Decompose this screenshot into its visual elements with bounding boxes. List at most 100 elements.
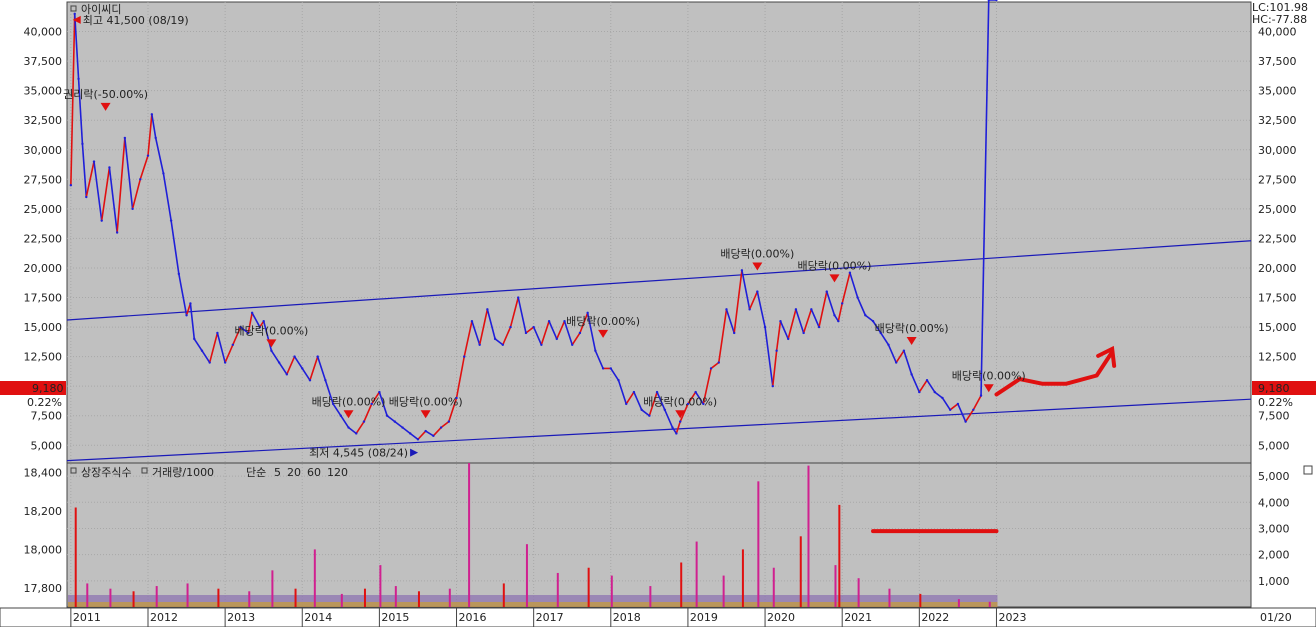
price-point: [779, 319, 782, 323]
vol-left-tick-label: 18,000: [24, 543, 63, 556]
vol-right-tick-label: 4,000: [1258, 496, 1290, 509]
price-point: [177, 272, 181, 276]
price-point: [578, 331, 582, 335]
price-point: [625, 402, 628, 406]
price-point: [894, 361, 898, 364]
vol-left-tick-label: 17,800: [24, 582, 63, 595]
price-point: [285, 373, 289, 376]
price-point: [594, 349, 597, 352]
price-point: [586, 311, 589, 315]
price-point: [532, 325, 535, 329]
price-point: [77, 77, 80, 81]
price-point: [902, 349, 906, 352]
volume-panel: [66, 462, 1252, 608]
volume-bar: [919, 593, 922, 607]
price-point: [401, 426, 404, 429]
price-point: [617, 379, 620, 382]
event-label: 배당락(0.00%): [566, 315, 640, 328]
y-tick-label-left: 17,500: [24, 292, 63, 305]
price-point: [208, 361, 211, 364]
price-point: [740, 269, 744, 272]
price-point: [540, 343, 543, 346]
price-point: [709, 367, 713, 370]
x-tick-label: 2013: [227, 611, 255, 624]
price-point: [979, 394, 983, 397]
price-point: [362, 420, 366, 423]
price-point: [324, 379, 327, 382]
price-point: [748, 308, 751, 311]
x-tick-label: 2012: [150, 611, 178, 624]
volume-bar: [448, 588, 451, 607]
y-tick-label-right: 17,500: [1258, 292, 1297, 305]
price-point: [409, 432, 412, 435]
price-point: [416, 438, 420, 441]
y-tick-label-right: 40,000: [1258, 26, 1297, 39]
price-point: [123, 136, 127, 140]
current-price-right: 9,180: [1258, 382, 1290, 395]
price-point: [648, 414, 651, 417]
volume-bar: [379, 565, 382, 607]
y-tick-label-left: 37,500: [24, 55, 63, 68]
event-label: 배당락(0.00%): [720, 248, 794, 261]
price-point: [424, 429, 427, 433]
legend-item: 상장주식수: [81, 466, 132, 479]
price-point: [501, 343, 505, 346]
chart-title: 아이씨디: [81, 3, 121, 16]
price-point: [733, 331, 736, 335]
price-point: [547, 319, 551, 323]
price-point: [92, 160, 96, 163]
price-point: [802, 331, 805, 335]
current-change-left: 0.22%: [27, 396, 62, 409]
y-tick-label-left: 30,000: [24, 144, 63, 157]
vol-left-tick-label: 18,200: [24, 505, 63, 518]
price-point: [69, 184, 73, 187]
vol-left-tick-label: 18,400: [24, 467, 63, 480]
y-tick-label-left: 35,000: [24, 85, 63, 98]
x-tick-label: 2023: [998, 611, 1026, 624]
event-label: 배당락(0.00%): [389, 395, 463, 408]
price-point: [85, 195, 88, 199]
y-tick-label-right: 12,500: [1258, 351, 1297, 364]
price-point: [671, 426, 674, 429]
volume-bar: [695, 541, 698, 607]
price-point: [972, 408, 975, 412]
hc-indicator: HC:-77.88: [1252, 13, 1307, 26]
price-point: [632, 390, 636, 394]
current-price-left: 9,180: [32, 382, 64, 395]
y-tick-label-right: 32,500: [1258, 114, 1297, 127]
price-point: [775, 349, 778, 352]
price-point: [987, 0, 990, 2]
volume-bar: [772, 567, 775, 607]
vol-right-tick-label: 3,000: [1258, 522, 1290, 535]
price-point: [81, 142, 84, 146]
volume-bar: [556, 572, 559, 607]
price-point: [675, 432, 678, 435]
y-tick-label-left: 40,000: [24, 26, 63, 39]
x-tick-label: 2011: [73, 611, 101, 624]
volume-bar: [74, 507, 77, 607]
price-point: [439, 426, 443, 429]
y-tick-label-right: 30,000: [1258, 144, 1297, 157]
price-point: [223, 361, 227, 364]
legend-item: 20: [287, 466, 301, 479]
price-point: [948, 408, 952, 412]
price-point: [115, 231, 119, 234]
price-point: [486, 308, 489, 311]
volume-bar: [988, 601, 991, 607]
price-point: [679, 420, 682, 423]
event-label: 배당락(0.00%): [234, 324, 308, 337]
price-point: [262, 319, 265, 323]
low-label: 최저 4,545 (08/24): [309, 447, 408, 460]
close-panel-button[interactable]: [1303, 465, 1313, 475]
price-point: [840, 302, 844, 305]
legend-item: 5: [274, 466, 281, 479]
x-tick-label: 2018: [613, 611, 641, 624]
price-point: [786, 337, 790, 341]
price-point: [794, 308, 798, 311]
volume-bar: [132, 591, 135, 607]
volume-bar: [649, 586, 652, 607]
price-point: [640, 408, 643, 412]
price-point: [609, 367, 612, 370]
volume-bar: [838, 504, 841, 607]
price-point: [277, 361, 281, 364]
